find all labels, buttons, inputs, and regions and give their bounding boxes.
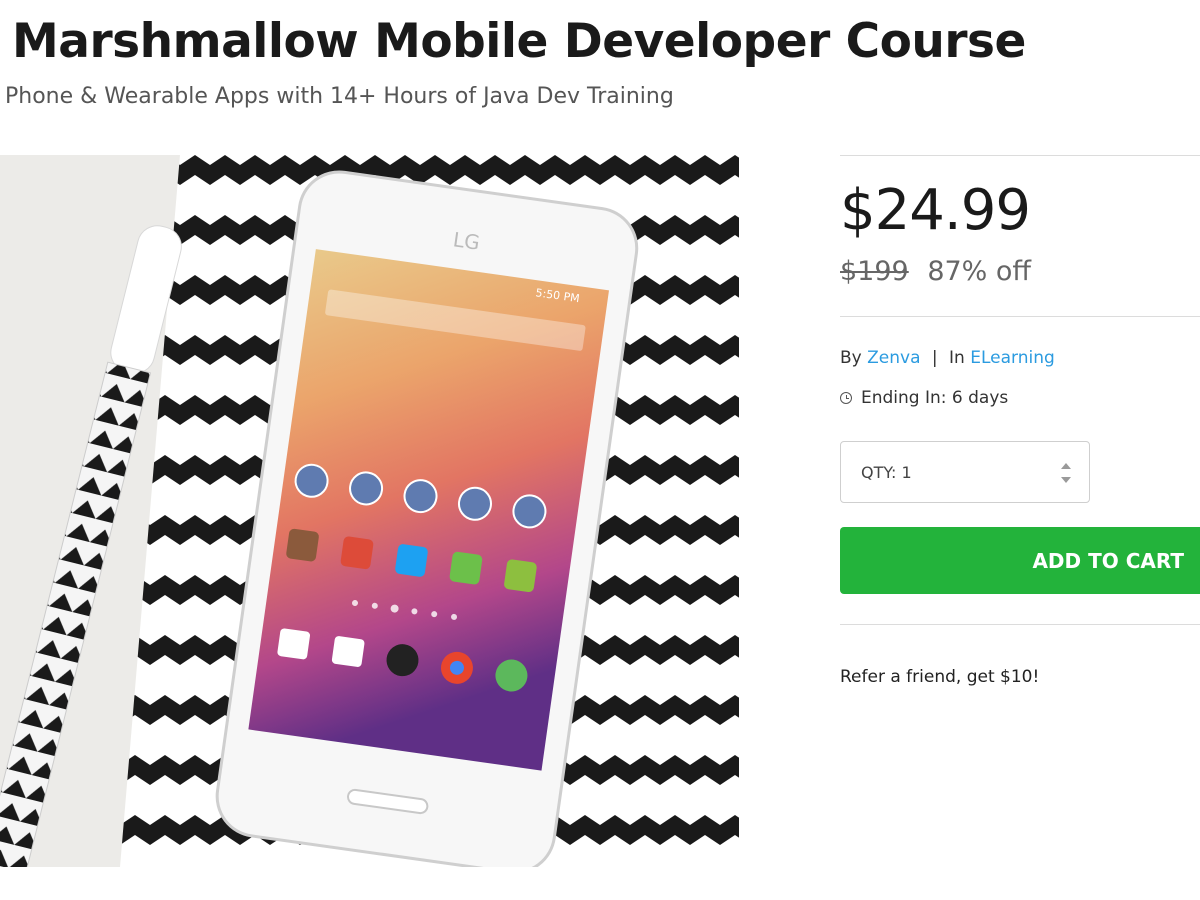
product-subtitle: Phone & Wearable Apps with 14+ Hours of … [5,84,674,109]
divider [840,316,1200,317]
original-price-row: $199 87% off [840,256,1031,287]
phone-brand: LG [452,227,482,254]
ending-timer: Ending In: 6 days [840,388,1008,408]
current-price: $24.99 [840,178,1031,243]
product-image[interactable]: LG 5:50 PM [0,155,739,867]
quantity-label: QTY: 1 [861,462,912,482]
quantity-stepper[interactable]: QTY: 1 [840,441,1090,503]
vendor-link[interactable]: Zenva [867,348,920,368]
by-label: By [840,348,862,368]
separator: | [931,348,938,368]
vendor-category-line: By Zenva | In ELearning [840,348,1055,368]
clock-icon [840,392,852,404]
discount-label: 87% off [927,256,1032,287]
referral-text[interactable]: Refer a friend, get $10! [840,667,1039,687]
category-link[interactable]: ELearning [970,348,1055,368]
product-page: Marshmallow Mobile Developer Course Phon… [0,0,1200,900]
product-title: Marshmallow Mobile Developer Course [12,14,1026,69]
divider [840,624,1200,625]
up-down-arrows-icon[interactable] [1061,461,1071,485]
ending-label: Ending In: 6 days [861,388,1009,408]
divider [840,155,1200,156]
original-price: $199 [840,256,909,287]
add-to-cart-button[interactable]: ADD TO CART [840,527,1200,594]
in-label: In [949,348,965,368]
